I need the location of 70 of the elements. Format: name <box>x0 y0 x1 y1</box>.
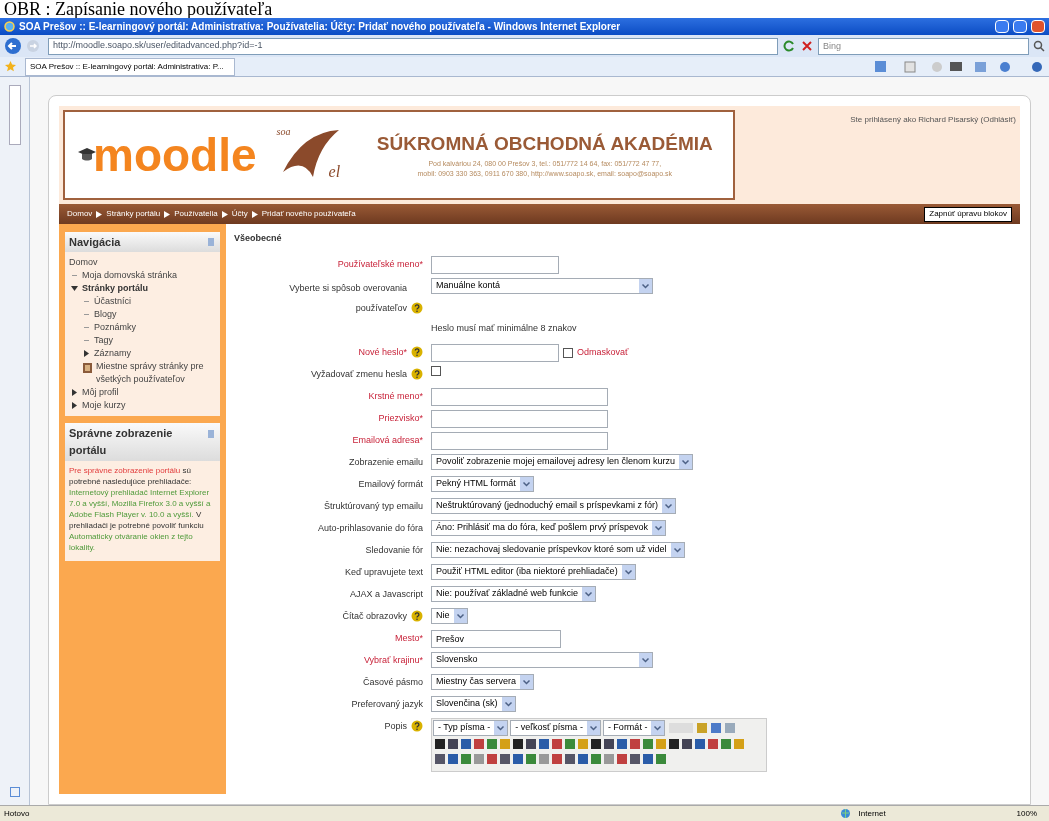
address-field[interactable]: http://moodle.soapo.sk/user/editadvanced.php?id=-1 <box>48 37 778 55</box>
select-field[interactable]: - Formát - <box>602 719 666 736</box>
breadcrumb-link[interactable]: Stránky portálu <box>106 208 161 220</box>
field-label: Keď upravujete text <box>344 565 423 579</box>
field-label: Časové pásmo <box>362 675 423 689</box>
select-field[interactable]: Manuálne kontá <box>431 277 653 294</box>
nav-item[interactable]: Moja domovská stránka <box>82 269 178 282</box>
select-field[interactable]: Miestny čas servera <box>431 673 535 690</box>
field-label: AJAX a Javascript <box>349 587 423 601</box>
select-field[interactable]: Použiť HTML editor (iba niektoré prehliadače) <box>431 563 636 580</box>
nav-item[interactable]: Poznámky <box>94 321 137 334</box>
figure-caption: OBR : Zapísanie nového používateľa <box>3 0 274 18</box>
breadcrumb-link[interactable]: Domov <box>67 208 93 220</box>
field-label: Sledovanie fór <box>365 543 423 557</box>
nav-item[interactable]: Moje kurzy <box>82 399 126 412</box>
select-field[interactable]: Pekný HTML formát <box>431 475 534 492</box>
nav-item[interactable]: Tagy <box>94 334 113 347</box>
school-name: SÚKROMNÁ OBCHODNÁ AKADÉMIA <box>376 132 713 157</box>
block-title: Navigácia <box>69 234 121 250</box>
select-field[interactable]: Slovenčina (sk) <box>431 695 516 712</box>
field-label: Mesto* <box>395 631 423 645</box>
field-label: Nové heslo* <box>358 345 407 359</box>
security-zone: Internet <box>858 807 887 820</box>
nav-item[interactable]: Záznamy <box>94 347 131 360</box>
breadcrumb-link[interactable]: Používatelia <box>174 208 218 220</box>
select-field[interactable]: Nie: používať základné web funkcie <box>431 585 596 602</box>
window-title: SOA Prešov :: E-learningový portál: Administratíva: Používatelia: Účty: Pridať nového používateľa - Windows Internet Explorer <box>19 19 622 34</box>
field-label: Vyžadovať zmenu hesla <box>310 367 407 381</box>
select-field[interactable]: Slovensko <box>431 651 653 668</box>
search-field[interactable]: Bing <box>818 37 1029 55</box>
select-field[interactable]: Povoliť zobrazenie mojej emailovej adresy len členom kurzu <box>431 453 693 470</box>
moodle-logo: moodle <box>93 132 257 178</box>
nav-item[interactable]: Miestne správy stránky pre všetkých používateľov <box>96 360 216 386</box>
breadcrumb-link[interactable]: Účty <box>231 208 248 220</box>
select-field[interactable]: Nie: nezachovaj sledovanie príspevkov ktoré som už videl <box>431 541 685 558</box>
field-label: Emailový formát <box>358 477 423 491</box>
status-text: Hotovo <box>4 807 31 820</box>
field-label: Vyberte si spôsob overovania používateľov <box>288 281 407 315</box>
field-label: Popis <box>384 719 407 733</box>
nav-item[interactable]: Účastníci <box>94 295 131 308</box>
edit-blocks-button[interactable]: Zapnúť úpravu blokov <box>924 206 1012 222</box>
browser-tab[interactable]: SOA Prešov :: E-learningový portál: Administratíva: P... <box>25 57 235 76</box>
login-info: Ste prihlásený ako Richard Pisarský (Odhlásiť) <box>850 114 1016 126</box>
nav-item[interactable]: Stránky portálu <box>82 282 148 295</box>
field-label: Preferovaný jazyk <box>351 697 423 711</box>
breadcrumb-link[interactable]: Pridať nového používateľa <box>261 208 356 220</box>
field-label: Vybrať krajinu* <box>363 653 423 667</box>
select-field[interactable]: Nie <box>431 607 468 624</box>
fieldset-legend: Všeobecné <box>234 232 1020 246</box>
notice-text: Pre správne zobrazenie portálu sú potrebné nasledujúce prehliadače: Internetový prehliadač Internet Explorer 7.0 a vyšší, Mozilla Firefox 3.0 a vyšší a Adobe Flash Player v. 10.0 a vyšší. V prehliadači je potrebné povoliť funkciu Automaticky otváranie okien z tejto lokality. <box>68 465 212 553</box>
field-label: Používateľské meno* <box>337 257 423 271</box>
field-label: Čítač obrazovky <box>342 609 407 623</box>
select-field[interactable]: Neštruktúrovaný (jednoduchý email s príspevkami z fór) <box>431 497 677 514</box>
field-label: Krstné meno* <box>368 389 423 403</box>
nav-item[interactable]: Môj profil <box>82 386 119 399</box>
field-label: Auto-prihlasovanie do fóra <box>317 521 423 535</box>
nav-item[interactable]: Domov <box>69 256 216 269</box>
password-hint: Heslo musí mať minimálne 8 znakov <box>431 321 577 335</box>
field-label: Priezvisko* <box>378 411 423 425</box>
select-field[interactable]: - Typ písma - <box>433 719 509 736</box>
input-field[interactable]: Prešov <box>431 629 561 648</box>
select-field[interactable]: - veľkosť písma - <box>510 719 601 736</box>
field-label: Emailová adresa* <box>352 433 423 447</box>
zoom-level[interactable]: 100% <box>1016 807 1045 820</box>
nav-item[interactable]: Blogy <box>94 308 117 321</box>
field-label: Zobrazenie emailu <box>348 455 423 469</box>
field-label: Štruktúrovaný typ emailu <box>323 499 423 513</box>
block-title: Správne zobrazenie portálu <box>69 426 174 458</box>
select-field[interactable]: Áno: Prihlásiť ma do fóra, keď pošlem prvý príspevok <box>431 519 666 536</box>
checkbox-label: Odmaskovať <box>577 345 629 359</box>
